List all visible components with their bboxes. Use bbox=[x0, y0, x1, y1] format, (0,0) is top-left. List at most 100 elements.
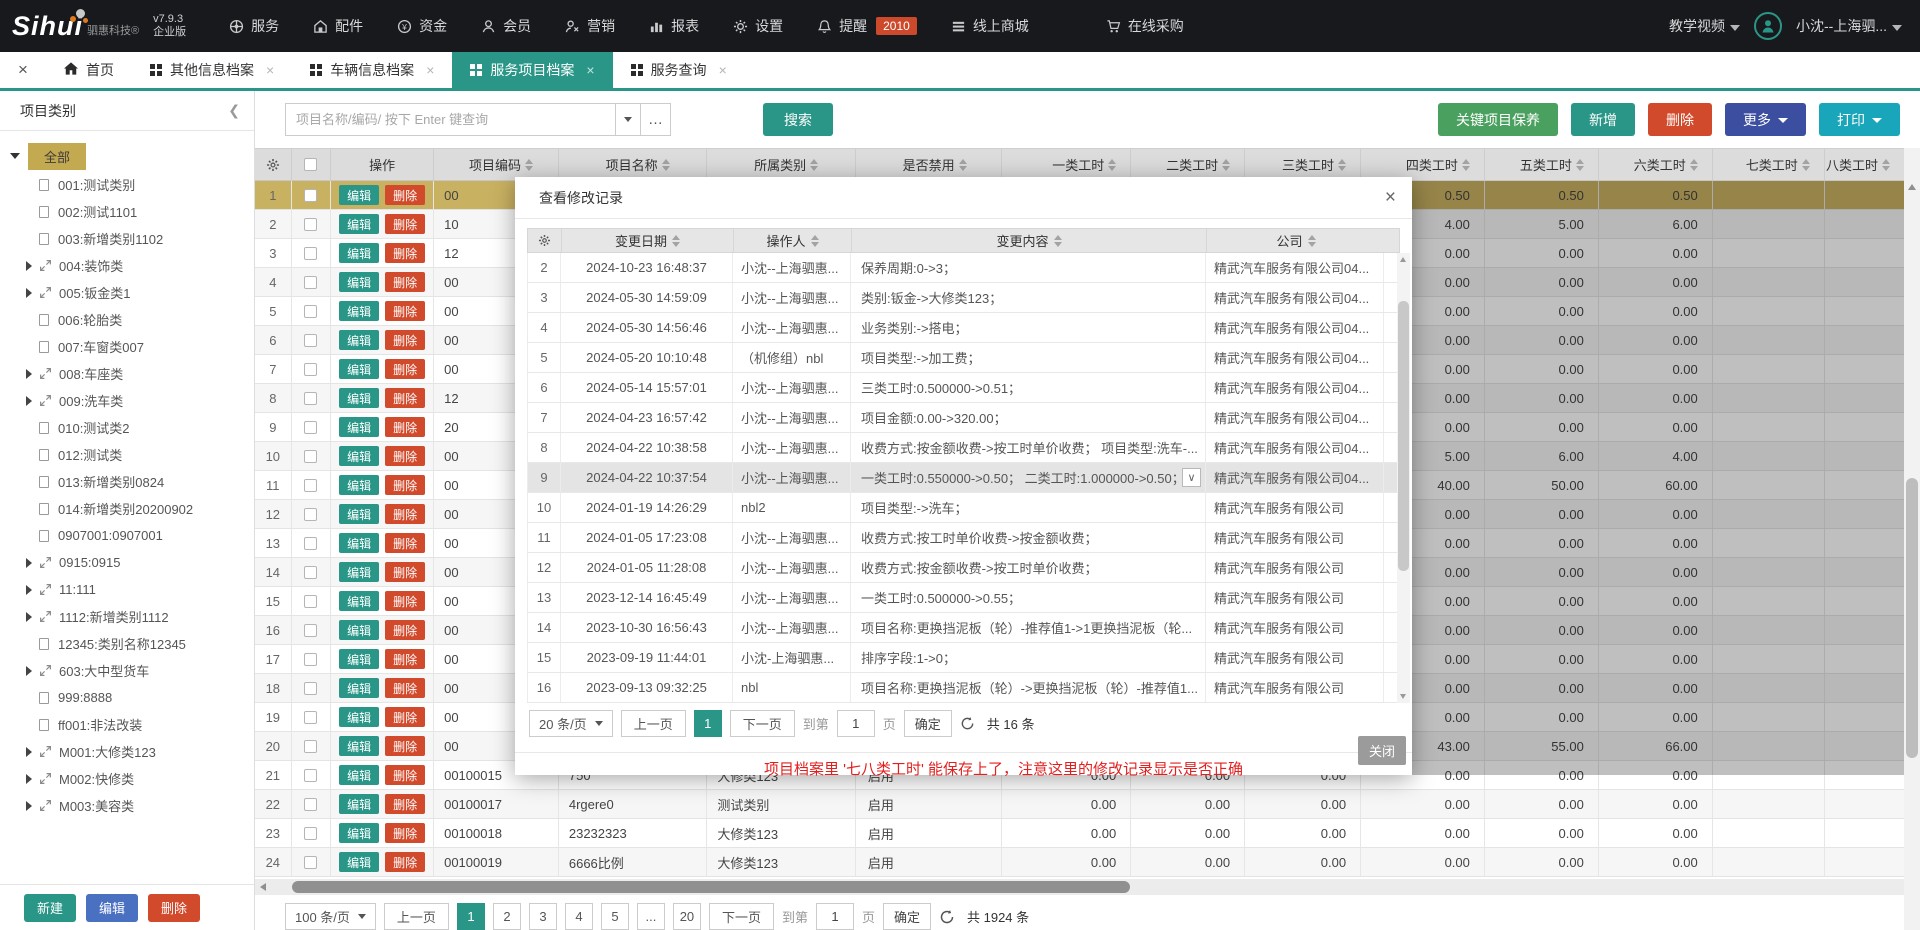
change-log-row[interactable]: 2 2024-10-23 16:48:37 小沈--上海驷惠... 保养周期:0… bbox=[527, 253, 1400, 283]
tree-item[interactable]: 009:洗车类 bbox=[0, 387, 254, 414]
row-checkbox[interactable] bbox=[292, 210, 332, 238]
close-tab-icon[interactable]: × bbox=[586, 62, 594, 78]
row-delete-button[interactable]: 删除 bbox=[385, 272, 425, 292]
row-edit-button[interactable]: 编辑 bbox=[339, 620, 379, 640]
menu-item-settings[interactable]: 设置 bbox=[733, 16, 783, 36]
edit-category-button[interactable]: 编辑 bbox=[86, 894, 138, 922]
tab-vehicle-info-archive[interactable]: 车辆信息档案 × bbox=[292, 52, 452, 88]
sort-icon[interactable] bbox=[1108, 159, 1116, 171]
delete-category-button[interactable]: 删除 bbox=[148, 894, 200, 922]
tree-item[interactable]: M001:大修类123 bbox=[0, 738, 254, 765]
row-checkbox[interactable] bbox=[292, 558, 332, 586]
goto-confirm-button[interactable]: 确定 bbox=[883, 903, 931, 930]
row-delete-button[interactable]: 删除 bbox=[385, 359, 425, 379]
row-delete-button[interactable]: 删除 bbox=[385, 243, 425, 263]
sort-icon[interactable] bbox=[810, 159, 818, 171]
column-header-hours4[interactable]: 四类工时 bbox=[1361, 149, 1485, 180]
tree-item[interactable]: 002:测试1101 bbox=[0, 198, 254, 225]
row-checkbox[interactable] bbox=[292, 529, 332, 557]
caret-collapsed-icon[interactable] bbox=[26, 369, 32, 379]
row-delete-button[interactable]: 删除 bbox=[385, 707, 425, 727]
row-delete-button[interactable]: 删除 bbox=[385, 214, 425, 234]
row-edit-button[interactable]: 编辑 bbox=[339, 214, 379, 234]
avatar[interactable] bbox=[1754, 12, 1782, 40]
select-all-checkbox[interactable] bbox=[292, 149, 332, 180]
row-checkbox[interactable] bbox=[292, 819, 332, 847]
horizontal-scrollbar[interactable] bbox=[255, 879, 1904, 895]
row-delete-button[interactable]: 删除 bbox=[385, 562, 425, 582]
tab-other-info-archive[interactable]: 其他信息档案 × bbox=[132, 52, 292, 88]
row-delete-button[interactable]: 删除 bbox=[385, 765, 425, 785]
scroll-left-icon[interactable] bbox=[260, 883, 266, 891]
row-edit-button[interactable]: 编辑 bbox=[339, 736, 379, 756]
column-header-code[interactable]: 项目编码 bbox=[434, 149, 559, 180]
change-log-row[interactable]: 9 2024-04-22 10:37:54 小沈--上海驷惠... 一类工时:0… bbox=[527, 463, 1400, 493]
change-log-row[interactable]: 5 2024-05-20 10:10:48 （机修组）nbl 项目类型:->加工… bbox=[527, 343, 1400, 373]
column-header-category[interactable]: 所属类别 bbox=[707, 149, 856, 180]
tree-item[interactable]: 008:车座类 bbox=[0, 360, 254, 387]
row-checkbox[interactable] bbox=[292, 703, 332, 731]
page-number-button[interactable]: 2 bbox=[493, 903, 521, 930]
add-button[interactable]: 新增 bbox=[1571, 103, 1635, 136]
menu-item-online-mall[interactable]: 线上商城 bbox=[951, 16, 1029, 36]
row-edit-button[interactable]: 编辑 bbox=[339, 243, 379, 263]
row-delete-button[interactable]: 删除 bbox=[385, 823, 425, 843]
tree-item[interactable]: 12345:类别名称12345 bbox=[0, 630, 254, 657]
row-edit-button[interactable]: 编辑 bbox=[339, 272, 379, 292]
modal-column-date[interactable]: 变更日期 bbox=[562, 229, 734, 252]
search-button[interactable]: 搜索 bbox=[763, 103, 833, 136]
change-log-row[interactable]: 4 2024-05-30 14:56:46 小沈--上海驷惠... 业务类别:-… bbox=[527, 313, 1400, 343]
tree-item[interactable]: 005:钣金类1 bbox=[0, 279, 254, 306]
menu-item-online-purchase[interactable]: 在线采购 bbox=[1106, 16, 1184, 36]
modal-page-size-select[interactable]: 20 条/页 bbox=[529, 710, 613, 737]
change-log-row[interactable]: 14 2023-10-30 16:56:43 小沈--上海驷惠... 项目名称:… bbox=[527, 613, 1400, 643]
page-number-button[interactable]: 1 bbox=[457, 903, 485, 930]
caret-collapsed-icon[interactable] bbox=[26, 585, 32, 595]
row-checkbox[interactable] bbox=[292, 442, 332, 470]
row-delete-button[interactable]: 删除 bbox=[385, 185, 425, 205]
modal-column-operator[interactable]: 操作人 bbox=[734, 229, 852, 252]
column-header-hours7[interactable]: 七类工时 bbox=[1713, 149, 1825, 180]
modal-scrollbar[interactable] bbox=[1397, 253, 1410, 703]
print-button[interactable]: 打印 bbox=[1819, 103, 1900, 136]
search-dropdown-icon[interactable] bbox=[615, 103, 641, 136]
tree-item[interactable]: 003:新增类别1102 bbox=[0, 225, 254, 252]
tree-item[interactable]: 013:新增类别0824 bbox=[0, 468, 254, 495]
row-edit-button[interactable]: 编辑 bbox=[339, 765, 379, 785]
row-checkbox[interactable] bbox=[292, 355, 332, 383]
page-size-select[interactable]: 100 条/页 bbox=[285, 903, 376, 930]
row-delete-button[interactable]: 删除 bbox=[385, 475, 425, 495]
row-edit-button[interactable]: 编辑 bbox=[339, 504, 379, 524]
modal-column-company[interactable]: 公司 bbox=[1207, 229, 1385, 252]
modal-goto-page-input[interactable] bbox=[837, 710, 875, 737]
close-tab-icon[interactable]: × bbox=[266, 62, 274, 78]
row-delete-button[interactable]: 删除 bbox=[385, 736, 425, 756]
sort-icon[interactable] bbox=[1802, 159, 1810, 171]
row-edit-button[interactable]: 编辑 bbox=[339, 823, 379, 843]
change-log-row[interactable]: 12 2024-01-05 11:28:08 小沈--上海驷惠... 收费方式:… bbox=[527, 553, 1400, 583]
caret-expanded-icon[interactable] bbox=[10, 153, 20, 159]
page-number-button[interactable]: 5 bbox=[601, 903, 629, 930]
tutorial-video-link[interactable]: 教学视频 bbox=[1669, 16, 1740, 36]
row-checkbox[interactable] bbox=[292, 326, 332, 354]
change-log-row[interactable]: 16 2023-09-13 09:32:25 nbl 项目名称:更换挡泥板（轮）… bbox=[527, 673, 1400, 703]
row-delete-button[interactable]: 删除 bbox=[385, 678, 425, 698]
close-tab-icon[interactable]: × bbox=[719, 62, 727, 78]
menu-item-reminder[interactable]: 提醒 2010 bbox=[817, 16, 917, 36]
new-category-button[interactable]: 新建 bbox=[24, 894, 76, 922]
scroll-down-icon[interactable] bbox=[1400, 694, 1406, 699]
modal-page-number-button[interactable]: 1 bbox=[694, 710, 722, 737]
tree-item[interactable]: 0907001:0907001 bbox=[0, 522, 254, 549]
row-edit-button[interactable]: 编辑 bbox=[339, 388, 379, 408]
row-edit-button[interactable]: 编辑 bbox=[339, 446, 379, 466]
row-checkbox[interactable] bbox=[292, 500, 332, 528]
column-header-hours1[interactable]: 一类工时 bbox=[1002, 149, 1131, 180]
refresh-icon[interactable] bbox=[960, 716, 975, 731]
tree-item[interactable]: 012:测试类 bbox=[0, 441, 254, 468]
sort-icon[interactable] bbox=[662, 159, 670, 171]
tree-item[interactable]: 004:装饰类 bbox=[0, 252, 254, 279]
row-checkbox[interactable] bbox=[292, 790, 332, 818]
row-edit-button[interactable]: 编辑 bbox=[339, 475, 379, 495]
row-edit-button[interactable]: 编辑 bbox=[339, 591, 379, 611]
scroll-up-icon[interactable] bbox=[1908, 184, 1916, 190]
